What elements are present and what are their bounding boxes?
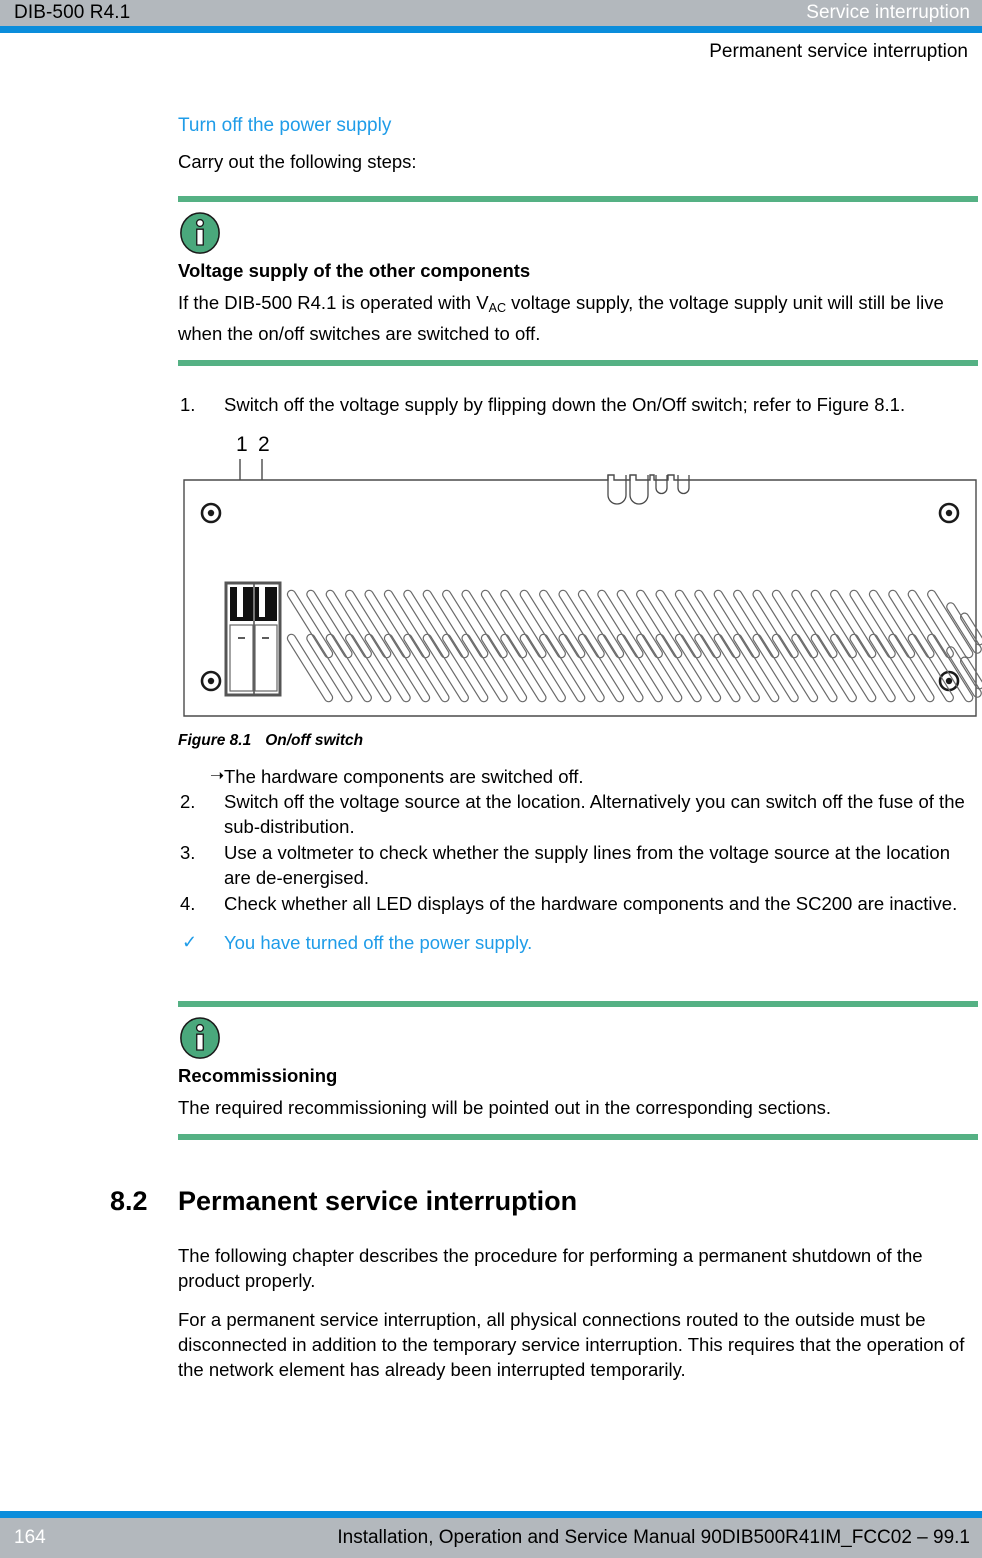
page-footer: 164 Installation, Operation and Service … bbox=[0, 1511, 982, 1558]
footer-manual-reference: Installation, Operation and Service Manu… bbox=[337, 1527, 970, 1548]
footer-page-number: 164 bbox=[14, 1527, 46, 1548]
list-item-step-4: 4. Check whether all LED displays of the … bbox=[178, 891, 978, 916]
figure-caption-id: Figure 8.1 bbox=[178, 732, 252, 750]
steps-list-first: 1. Switch off the voltage supply by flipp… bbox=[178, 392, 978, 417]
confirmation-text: You have turned off the power supply. bbox=[224, 932, 533, 954]
header-product-title: DIB-500 R4.1 bbox=[14, 2, 131, 23]
intro-paragraph: Carry out the following steps: bbox=[178, 151, 417, 172]
figure-panel-outline bbox=[183, 474, 977, 717]
header-accent-rule bbox=[0, 26, 982, 33]
header-section-title: Permanent service interruption bbox=[709, 41, 968, 62]
confirmation-line: ✓ You have turned off the power supply. bbox=[178, 930, 978, 955]
steps-list-rest: 2. Switch off the voltage source at the l… bbox=[178, 789, 978, 916]
note-title-voltage: Voltage supply of the other components bbox=[178, 260, 531, 281]
footer-band: 164 Installation, Operation and Service … bbox=[0, 1518, 982, 1558]
figure-caption: Figure 8.1 On/off switch bbox=[178, 732, 982, 750]
checkmark-icon: ✓ bbox=[182, 932, 198, 953]
step-number: 2. bbox=[180, 791, 196, 813]
step-text: Check whether all LED displays of the ha… bbox=[224, 893, 958, 915]
arrow-bullet-icon: ➝ bbox=[210, 766, 225, 786]
figure-callout-label-1: 1 bbox=[236, 433, 248, 456]
note-text-recommissioning: The required recommissioning will be poi… bbox=[178, 1097, 831, 1119]
sub-heading-turn-off-power: Turn off the power supply bbox=[178, 115, 392, 136]
figure-screw-hole-top-left bbox=[200, 502, 222, 524]
section-paragraph-2: For a permanent service interruption, al… bbox=[178, 1309, 965, 1381]
list-item-step-2: 2. Switch off the voltage source at the l… bbox=[178, 789, 978, 839]
info-icon bbox=[180, 212, 220, 254]
list-item-step-3: 3. Use a voltmeter to check whether the s… bbox=[178, 840, 978, 890]
note-bottom-rule bbox=[178, 1134, 978, 1141]
list-item-step-1: 1. Switch off the voltage supply by flipp… bbox=[178, 392, 978, 417]
footer-accent-rule bbox=[0, 1511, 982, 1518]
section-body: The following chapter describes the proc… bbox=[178, 1243, 982, 1382]
step-result-line: ➝ The hardware components are switched of… bbox=[178, 764, 978, 789]
figure-callout-label-2: 2 bbox=[258, 433, 270, 456]
info-icon bbox=[180, 1017, 220, 1060]
figure-8-1: 1 2 Figure 8.1 On/off switch bbox=[178, 433, 982, 750]
figure-screw-hole-bottom-left bbox=[200, 670, 222, 692]
step-text: Use a voltmeter to check whether the sup… bbox=[224, 842, 950, 889]
step-text: Switch off the voltage source at the loc… bbox=[224, 791, 965, 838]
step-result-text: The hardware components are switched off… bbox=[224, 766, 584, 788]
header-band: DIB-500 R4.1 Service interruption bbox=[0, 0, 982, 26]
figure-screw-hole-top-right bbox=[938, 502, 960, 524]
section-heading-8-2: 8.2 Permanent service interruption bbox=[110, 1186, 982, 1217]
step-number: 1. bbox=[180, 394, 196, 416]
note-box-recommissioning: Recommissioning The required recommissio… bbox=[178, 1001, 978, 1141]
step-text: Switch off the voltage supply by flippin… bbox=[224, 394, 906, 416]
page-header: DIB-500 R4.1 Service interruption Perman… bbox=[0, 0, 982, 71]
note-bottom-rule bbox=[178, 360, 978, 367]
step-number: 3. bbox=[180, 842, 196, 864]
page-content: Turn off the power supply Carry out the … bbox=[0, 95, 982, 1396]
note-text-subscript: AC bbox=[488, 301, 507, 316]
step-number: 4. bbox=[180, 893, 196, 915]
note-box-voltage-supply: Voltage supply of the other components I… bbox=[178, 196, 978, 367]
figure-caption-text: On/off switch bbox=[265, 732, 364, 750]
figure-onoff-switch-diagram: 1 2 bbox=[183, 433, 982, 717]
section-title: Permanent service interruption bbox=[178, 1186, 578, 1217]
section-number: 8.2 bbox=[110, 1186, 148, 1217]
note-text-voltage: If the DIB-500 R4.1 is operated with VAC… bbox=[178, 290, 978, 346]
section-paragraph-1: The following chapter describes the proc… bbox=[178, 1245, 923, 1292]
note-title-recommissioning: Recommissioning bbox=[178, 1065, 338, 1087]
note-text-part1: If the DIB-500 R4.1 is operated with V bbox=[178, 292, 489, 313]
intro-block: Turn off the power supply Carry out the … bbox=[178, 115, 982, 174]
steps-block: ➝ The hardware components are switched of… bbox=[178, 764, 982, 955]
header-chapter-title: Service interruption bbox=[806, 2, 970, 23]
figure-onoff-switch-assembly bbox=[224, 581, 282, 697]
step-1-block: 1. Switch off the voltage supply by flipp… bbox=[178, 392, 982, 417]
